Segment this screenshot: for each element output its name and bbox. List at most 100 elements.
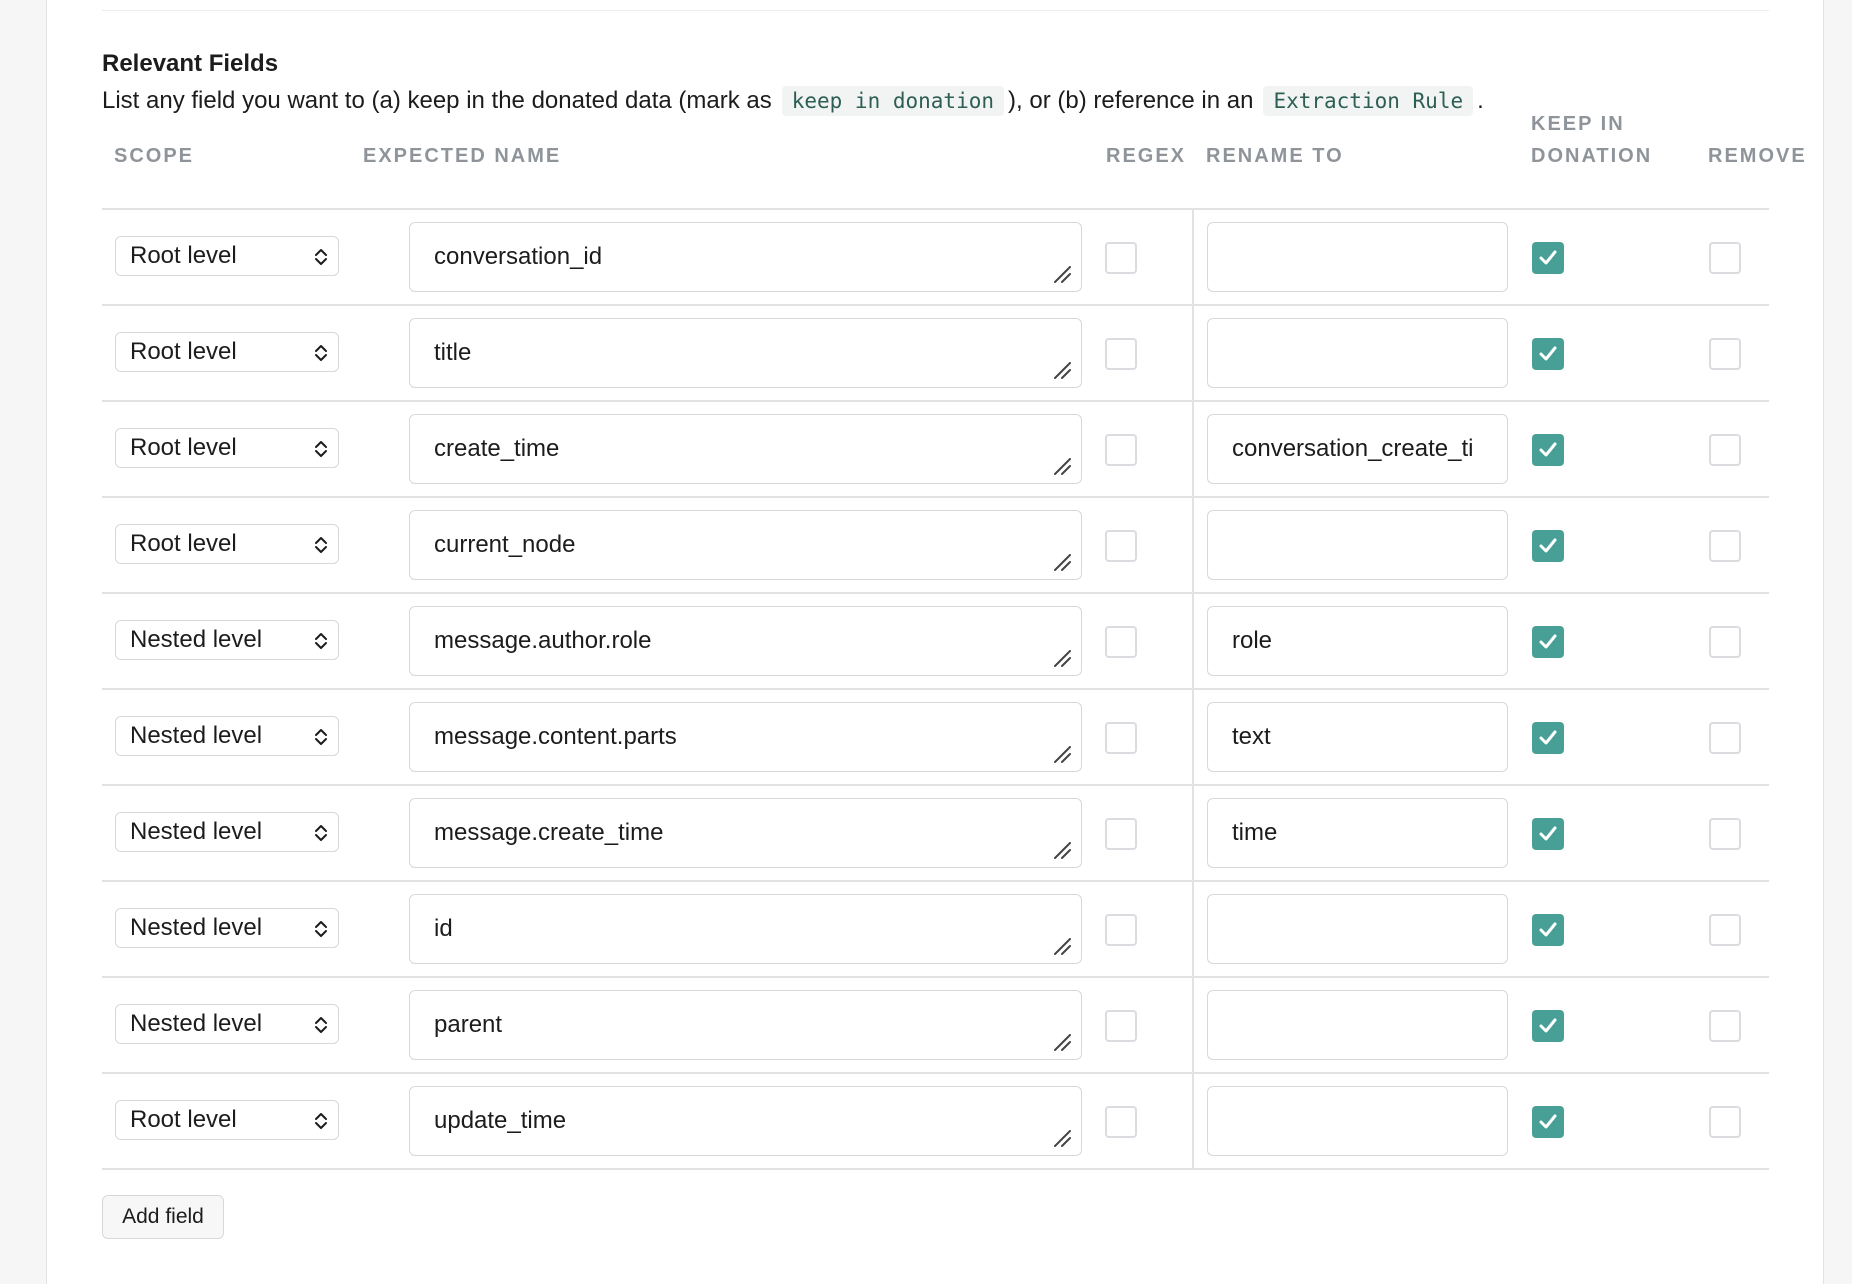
rename-to-input[interactable] [1207,510,1508,580]
scope-select[interactable]: Root level [115,236,339,276]
rename-to-input[interactable]: conversation_create_ti [1207,414,1508,484]
description-text: . [1477,87,1484,114]
regex-checkbox[interactable] [1105,722,1137,754]
resize-grip-icon[interactable] [1053,745,1071,763]
keep-in-donation-checkbox[interactable] [1532,338,1564,370]
keep-in-donation-checkbox[interactable] [1532,242,1564,274]
expected-name-value: message.author.role [434,627,652,654]
regex-checkbox[interactable] [1105,434,1137,466]
expected-name-input[interactable]: id [409,894,1082,964]
scope-select[interactable]: Root level [115,524,339,564]
expected-name-input[interactable]: current_node [409,510,1082,580]
keep-in-donation-checkbox[interactable] [1532,818,1564,850]
table-row: Root level update_time [102,1074,1769,1170]
keep-in-donation-checkbox[interactable] [1532,530,1564,562]
description-text: ), or (b) reference in an [1008,87,1254,114]
resize-grip-icon[interactable] [1053,1033,1071,1051]
remove-checkbox[interactable] [1709,914,1741,946]
regex-checkbox[interactable] [1105,914,1137,946]
table-row: Nested level message.create_time time [102,786,1769,882]
scope-select[interactable]: Nested level [115,908,339,948]
scope-value: Root level [130,530,237,557]
rename-to-input[interactable] [1207,894,1508,964]
expected-name-input[interactable]: message.content.parts [409,702,1082,772]
updown-chevron-icon [315,729,327,745]
scope-value: Nested level [130,914,263,941]
rename-to-input[interactable] [1207,318,1508,388]
regex-checkbox[interactable] [1105,818,1137,850]
remove-checkbox[interactable] [1709,1106,1741,1138]
updown-chevron-icon [315,345,327,361]
regex-checkbox[interactable] [1105,1010,1137,1042]
add-field-button[interactable]: Add field [102,1195,224,1239]
rename-to-input[interactable] [1207,222,1508,292]
description-text: List any field you want to (a) keep in t… [102,87,772,114]
updown-chevron-icon [315,1113,327,1129]
check-icon [1539,826,1557,841]
resize-grip-icon[interactable] [1053,937,1071,955]
resize-grip-icon[interactable] [1053,841,1071,859]
regex-checkbox[interactable] [1105,1106,1137,1138]
expected-name-input[interactable]: message.author.role [409,606,1082,676]
regex-checkbox[interactable] [1105,338,1137,370]
header-scope: SCOPE [114,145,195,167]
scope-select[interactable]: Root level [115,1100,339,1140]
keep-in-donation-checkbox[interactable] [1532,722,1564,754]
scope-select[interactable]: Nested level [115,1004,339,1044]
keep-in-donation-checkbox[interactable] [1532,914,1564,946]
scope-select[interactable]: Root level [115,332,339,372]
remove-checkbox[interactable] [1709,722,1741,754]
keep-in-donation-code: keep in donation [781,86,1005,116]
resize-grip-icon[interactable] [1053,553,1071,571]
remove-checkbox[interactable] [1709,242,1741,274]
regex-checkbox[interactable] [1105,626,1137,658]
rename-to-input[interactable]: time [1207,798,1508,868]
resize-grip-icon[interactable] [1053,265,1071,283]
scope-select[interactable]: Nested level [115,812,339,852]
scope-select[interactable]: Nested level [115,620,339,660]
table-row: Root level current_node [102,498,1769,594]
rename-to-input[interactable]: role [1207,606,1508,676]
expected-name-input[interactable]: create_time [409,414,1082,484]
keep-in-donation-checkbox[interactable] [1532,434,1564,466]
resize-grip-icon[interactable] [1053,361,1071,379]
expected-name-input[interactable]: message.create_time [409,798,1082,868]
remove-checkbox[interactable] [1709,434,1741,466]
expected-name-input[interactable]: title [409,318,1082,388]
resize-grip-icon[interactable] [1053,457,1071,475]
updown-chevron-icon [315,825,327,841]
keep-in-donation-checkbox[interactable] [1532,1010,1564,1042]
keep-in-donation-checkbox[interactable] [1532,1106,1564,1138]
remove-checkbox[interactable] [1709,1010,1741,1042]
expected-name-input[interactable]: parent [409,990,1082,1060]
expected-name-value: conversation_id [434,243,603,270]
remove-checkbox[interactable] [1709,338,1741,370]
extraction-rule-code: Extraction Rule [1263,86,1474,116]
scope-select[interactable]: Root level [115,428,339,468]
scope-select[interactable]: Nested level [115,716,339,756]
regex-checkbox[interactable] [1105,530,1137,562]
expected-name-value: parent [434,1011,503,1038]
expected-name-input[interactable]: conversation_id [409,222,1082,292]
header-rename-to: RENAME TO [1206,145,1344,167]
remove-checkbox[interactable] [1709,530,1741,562]
rename-to-value: time [1232,819,1278,846]
remove-checkbox[interactable] [1709,818,1741,850]
scope-value: Nested level [130,1010,263,1037]
check-icon [1539,922,1557,937]
rename-to-input[interactable] [1207,990,1508,1060]
expected-name-value: message.content.parts [434,723,677,750]
scope-value: Nested level [130,722,263,749]
resize-grip-icon[interactable] [1053,649,1071,667]
updown-chevron-icon [315,537,327,553]
scope-value: Root level [130,242,237,269]
resize-grip-icon[interactable] [1053,1129,1071,1147]
rename-to-input[interactable]: text [1207,702,1508,772]
regex-checkbox[interactable] [1105,242,1137,274]
expected-name-input[interactable]: update_time [409,1086,1082,1156]
check-icon [1539,1114,1557,1129]
check-icon [1539,346,1557,361]
remove-checkbox[interactable] [1709,626,1741,658]
keep-in-donation-checkbox[interactable] [1532,626,1564,658]
rename-to-input[interactable] [1207,1086,1508,1156]
